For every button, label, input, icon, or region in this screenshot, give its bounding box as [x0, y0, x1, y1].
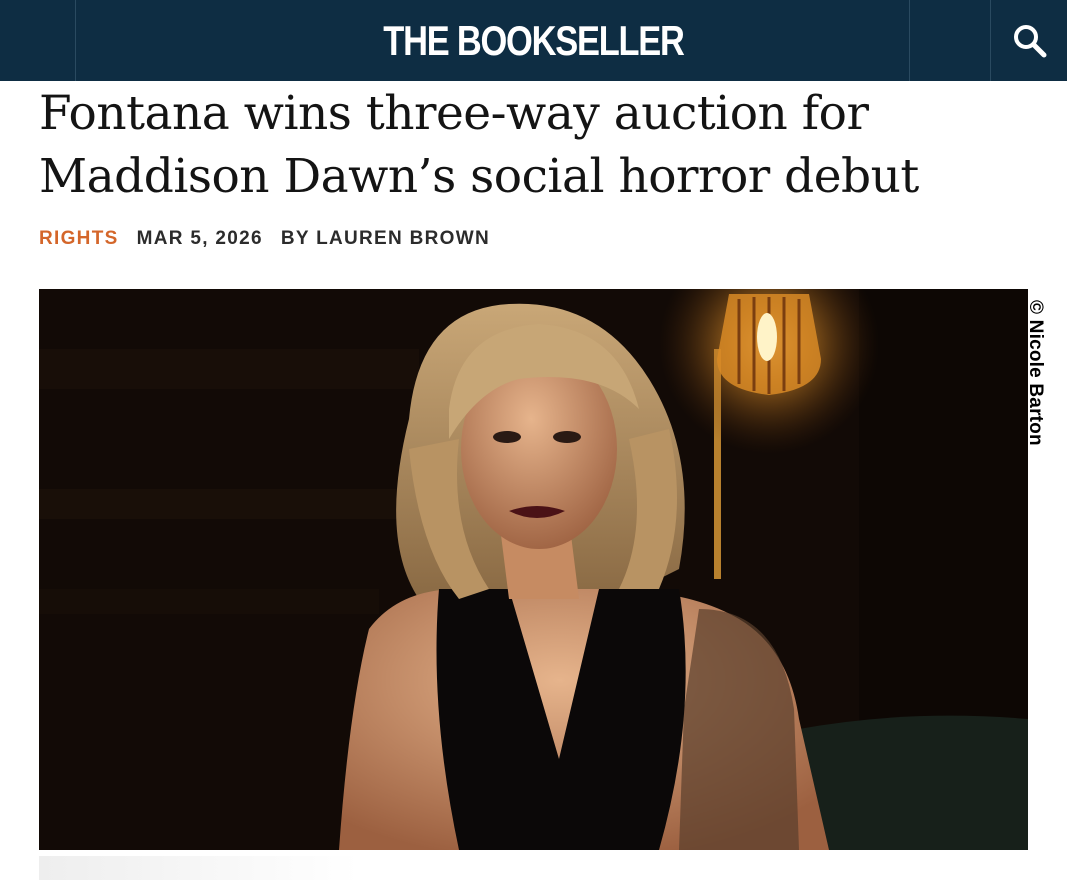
hero-photo	[39, 289, 1028, 850]
publish-date: MAR 5, 2026	[136, 228, 263, 249]
article-headline: Fontana wins three-way auction for Maddi…	[39, 86, 919, 204]
article-meta: RIGHTS MAR 5, 2026 BY LAUREN BROWN	[39, 227, 490, 251]
search-button[interactable]	[990, 0, 1067, 81]
author-byline[interactable]: BY LAUREN BROWN	[281, 228, 490, 250]
header-spacer-cell	[909, 0, 991, 81]
caption-placeholder	[39, 856, 359, 880]
category-link[interactable]: RIGHTS	[39, 228, 119, 250]
menu-cell[interactable]	[0, 0, 76, 81]
site-logo[interactable]: THE BOOKSELLER	[96, 0, 971, 81]
site-header: THE BOOKSELLER	[0, 0, 1067, 81]
search-icon	[1013, 24, 1046, 57]
photo-credit: © Nicole Barton	[1025, 300, 1046, 446]
